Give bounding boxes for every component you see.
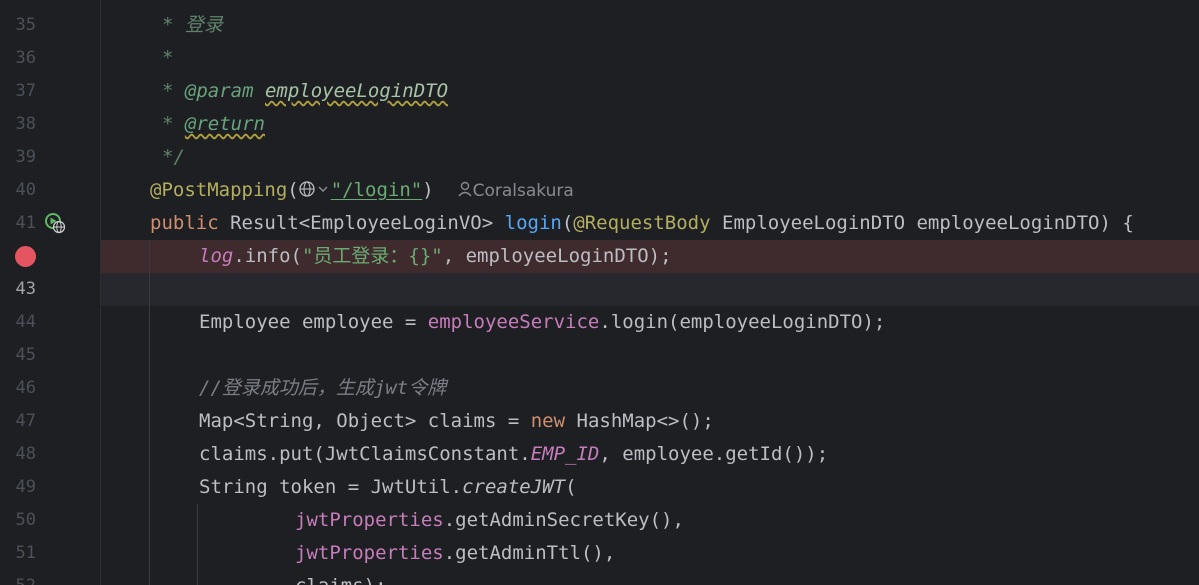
code-line-39[interactable]: */ [162, 141, 185, 174]
line-number: 36 [15, 48, 36, 68]
code-line-37[interactable]: * @param employeeLoginDTO [162, 75, 448, 108]
inlay-author[interactable]: Coralsakura [473, 181, 574, 201]
code-line-42[interactable]: log.info("员工登录：{}", employeeLoginDTO); [199, 240, 672, 273]
breakpoint-icon[interactable] [15, 246, 36, 267]
code-line-50[interactable]: jwtProperties.getAdminSecretKey(), [295, 504, 684, 537]
code-line-51[interactable]: jwtProperties.getAdminTtl(), [295, 537, 615, 570]
line-number: 48 [15, 444, 36, 464]
code-line-35[interactable]: * 登录 [162, 9, 223, 42]
indent-guide [197, 504, 198, 585]
line-number: 37 [15, 81, 36, 101]
line-number: 38 [15, 114, 36, 134]
line-number: 46 [15, 378, 36, 398]
line-number: 52 [0, 570, 36, 585]
code-line-40[interactable]: @PostMapping("/login") Coralsakura [150, 174, 574, 208]
code-editor[interactable]: 35 36 37 38 39 40 41 43 44 45 46 47 48 4… [0, 0, 1199, 585]
line-number: 39 [15, 147, 36, 167]
code-line-52[interactable]: claims); [295, 570, 387, 585]
line-number-gutter[interactable]: 35 36 37 38 39 40 41 43 44 45 46 47 48 4… [0, 0, 101, 585]
code-line-46[interactable]: //登录成功后，生成jwt令牌 [199, 372, 446, 405]
endpoint-run-icon[interactable] [44, 212, 66, 234]
code-line-49[interactable]: String token = JwtUtil.createJWT( [199, 471, 577, 504]
line-number: 49 [15, 477, 36, 497]
code-line-48[interactable]: claims.put(JwtClaimsConstant.EMP_ID, emp… [199, 438, 828, 471]
line-number: 45 [15, 345, 36, 365]
line-number: 50 [15, 510, 36, 530]
code-line-47[interactable]: Map<String, Object> claims = new HashMap… [199, 405, 714, 438]
line-number: 40 [15, 180, 36, 200]
line-number: 41 [15, 213, 36, 233]
code-line-44[interactable]: Employee employee = employeeService.logi… [199, 306, 885, 339]
line-number: 51 [15, 543, 36, 563]
user-icon [458, 181, 472, 197]
current-line-highlight [0, 273, 1199, 306]
line-number: 44 [15, 312, 36, 332]
code-line-38[interactable]: * @return [162, 108, 265, 141]
line-number: 35 [15, 15, 36, 35]
indent-guide [149, 240, 150, 585]
code-line-41[interactable]: public Result<EmployeeLoginVO> login(@Re… [150, 207, 1134, 240]
line-number: 47 [15, 411, 36, 431]
globe-chevron-icon[interactable] [299, 180, 331, 198]
code-line-36[interactable]: * [162, 42, 173, 75]
current-line-number: 43 [15, 279, 36, 299]
